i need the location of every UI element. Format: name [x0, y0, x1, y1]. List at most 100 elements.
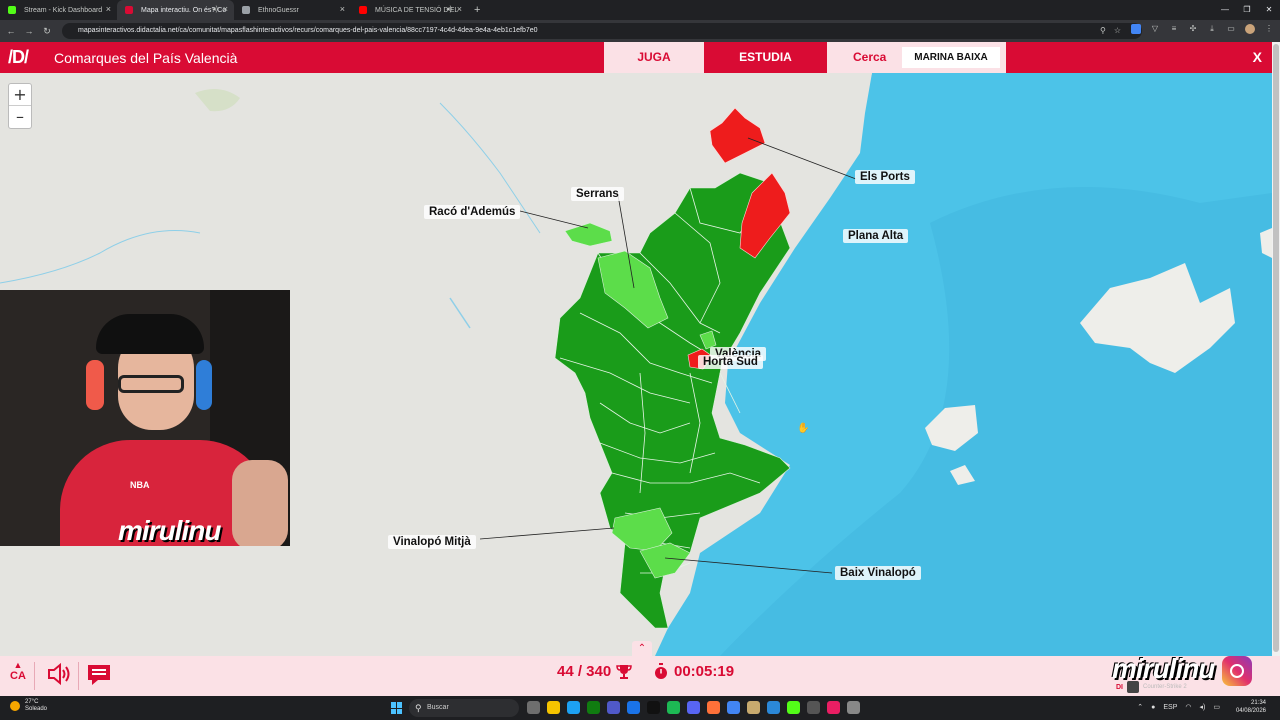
scrollbar-thumb[interactable] [1273, 44, 1279, 652]
new-tab-button[interactable]: + [474, 4, 480, 16]
counter-strike-icon [1127, 681, 1139, 693]
instagram-icon [1222, 656, 1252, 686]
spotify-icon[interactable] [667, 701, 680, 714]
translate-extension-icon[interactable] [1131, 24, 1141, 34]
zoom-in-button[interactable]: + [9, 84, 31, 106]
taskbar-search-input[interactable]: Buscar [409, 699, 519, 717]
filter-extension-icon[interactable]: ▽ [1150, 24, 1160, 34]
globe-favicon-icon [242, 6, 250, 14]
league-icon[interactable] [747, 701, 760, 714]
tablet-icon[interactable]: ▭ [1226, 24, 1236, 34]
system-tray: ⌃ ● ESP ◠ ◂) ▭ [1137, 701, 1220, 714]
land-patch [195, 89, 240, 112]
close-tab-icon[interactable]: × [340, 4, 345, 14]
zoom-out-button[interactable]: – [9, 106, 31, 128]
tab-title: EthnoGuessr [258, 6, 299, 14]
headset-right [196, 360, 212, 410]
label-horta-sud: Horta Sud [698, 355, 763, 369]
browser-tab-kick[interactable]: Stream - Kick Dashboard × [0, 0, 117, 20]
kick-favicon-icon [8, 6, 16, 14]
xbox-icon[interactable] [587, 701, 600, 714]
clock-time: 21:34 [1250, 700, 1266, 706]
edge-icon[interactable] [567, 701, 580, 714]
game-footer: ▲ CA 44 / 340 00:05:19 [0, 656, 1280, 696]
close-game-button[interactable]: X [1253, 49, 1262, 65]
reload-icon[interactable]: ↻ [40, 26, 54, 37]
window-controls: — ❐ ✕ [1214, 0, 1280, 20]
tab-study[interactable]: ESTUDIA [706, 42, 825, 73]
store-icon[interactable] [627, 701, 640, 714]
close-tab-icon[interactable]: × [457, 4, 462, 14]
divider [78, 662, 79, 690]
browser-tab-mapa[interactable]: Mapa interactiu. On és? Co ◂) × [117, 0, 234, 20]
maximize-icon[interactable]: ❐ [1236, 0, 1258, 20]
teams-icon[interactable] [607, 701, 620, 714]
page-title: Comarques del País Valencià [54, 50, 238, 66]
forward-icon[interactable]: → [22, 26, 36, 36]
pinned-apps [527, 701, 860, 714]
tab-play[interactable]: JUGA [604, 42, 704, 73]
weather-widget[interactable]: 27°C Soleado [10, 699, 47, 713]
language-code: CA [10, 670, 26, 682]
language-selector[interactable]: ▲ CA [8, 660, 28, 682]
streamer-arm [232, 460, 288, 546]
back-icon[interactable]: ← [4, 26, 18, 36]
notepad-icon[interactable] [767, 701, 780, 714]
browser-tab-ethnoguessr[interactable]: EthnoGuessr × [234, 0, 351, 20]
didactalia-favicon-icon [125, 6, 133, 14]
os-taskbar: 27°C Soleado Buscar ⌃ ● ESP ◠ ◂) ▭ 21:34… [0, 696, 1280, 720]
speaker-icon[interactable]: ◂) [446, 5, 452, 13]
page-scrollbar[interactable] [1272, 42, 1280, 656]
didactalia-logo[interactable]: /D/ [8, 47, 29, 68]
weather-desc: Soleado [25, 706, 48, 712]
wifi-icon[interactable]: ◠ [1185, 701, 1191, 714]
zoom-icon[interactable]: ⚲ [1100, 23, 1106, 39]
bookmark-star-icon[interactable]: ☆ [1114, 23, 1121, 39]
close-tab-icon[interactable]: × [106, 4, 111, 14]
browser-tab-youtube[interactable]: MÚSICA DE TENSIÓ D'EL ◂) × [351, 0, 468, 20]
region-raco-ademus [564, 222, 613, 247]
volume-icon[interactable]: ◂) [1200, 701, 1206, 714]
speaker-icon[interactable]: ◂) [212, 5, 218, 13]
microphone-icon[interactable]: ● [1151, 701, 1155, 714]
system-clock[interactable]: 21:34 04/08/2026 [1236, 699, 1266, 715]
zoom-control: + – [8, 83, 32, 129]
discord-icon[interactable] [687, 701, 700, 714]
elapsed-timer: 00:05:19 [674, 663, 735, 680]
obs-icon[interactable] [807, 701, 820, 714]
puzzle-extensions-icon[interactable]: ✣ [1188, 24, 1198, 34]
tune-extension-icon[interactable]: ≡ [1169, 24, 1179, 34]
divider [34, 662, 35, 690]
task-view-icon[interactable] [527, 701, 540, 714]
input-language[interactable]: ESP [1163, 701, 1177, 714]
firefox-icon[interactable] [707, 701, 720, 714]
windows-start-icon[interactable] [391, 702, 403, 714]
label-raco-ademus: Racó d'Ademús [424, 205, 521, 219]
kick-icon[interactable] [787, 701, 800, 714]
tiktok-live-icon[interactable] [827, 701, 840, 714]
omnibox-actions: ⚲ ☆ [1100, 23, 1121, 39]
url-field[interactable]: mapasinteractivos.didactalia.net/ca/comu… [62, 23, 1142, 39]
file-explorer-icon[interactable] [547, 701, 560, 714]
close-window-icon[interactable]: ✕ [1258, 0, 1280, 20]
battery-icon[interactable]: ▭ [1213, 701, 1220, 714]
expand-panel-button[interactable]: ⌃ [632, 641, 652, 656]
notes-icon[interactable] [86, 662, 112, 688]
chrome-icon[interactable] [727, 701, 740, 714]
tiktok-icon[interactable] [647, 701, 660, 714]
close-tab-icon[interactable]: × [223, 4, 228, 14]
download-icon[interactable]: ⤓ [1207, 24, 1217, 34]
streamer-glasses [118, 375, 184, 393]
region-els-ports [709, 107, 766, 164]
clock-date: 04/08/2026 [1235, 708, 1266, 714]
kebab-menu-icon[interactable]: ⋮ [1264, 24, 1274, 34]
tray-chevron-icon[interactable]: ⌃ [1137, 701, 1143, 714]
minimize-icon[interactable]: — [1214, 0, 1236, 20]
label-vinalopo-mitja: Vinalopó Mitjà [388, 535, 476, 549]
find-label: Cerca [853, 50, 887, 64]
webcam-overlay: NBA mirulinu [0, 290, 290, 546]
profile-avatar[interactable] [1245, 24, 1255, 34]
caret-up-icon: ▲ [13, 660, 23, 670]
calculator-icon[interactable] [847, 701, 860, 714]
speaker-icon[interactable] [46, 661, 72, 687]
